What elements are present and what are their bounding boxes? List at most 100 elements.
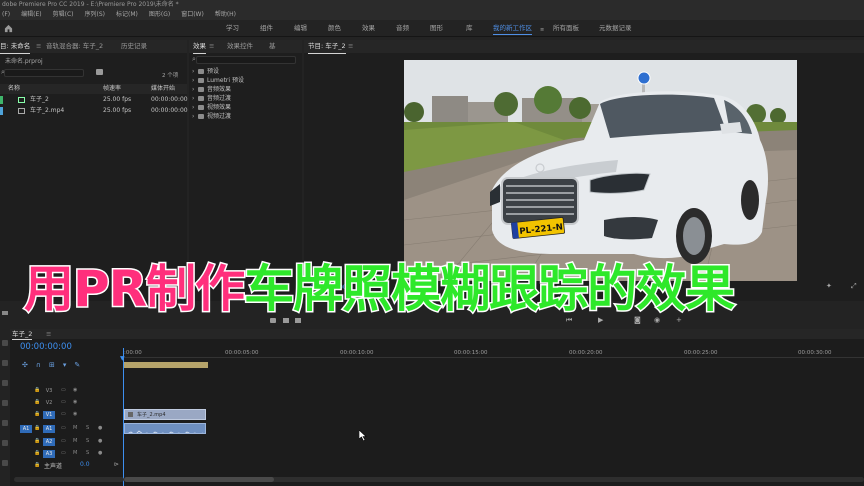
workspace-menu-icon[interactable]: ≡: [540, 27, 544, 33]
lock-icon[interactable]: 🔒: [34, 425, 40, 431]
effects-folder-presets[interactable]: › 预设: [192, 68, 219, 76]
track-label[interactable]: A3: [43, 450, 55, 458]
add-marker-icon[interactable]: ▾: [63, 361, 75, 369]
list-view-icon[interactable]: [2, 311, 8, 315]
workspace-tab-assembly[interactable]: 组件: [260, 23, 273, 34]
audio-clip[interactable]: [124, 423, 206, 434]
track-label[interactable]: V2: [43, 399, 55, 407]
solo-icon[interactable]: S: [86, 425, 89, 431]
workspace-tab-graphics[interactable]: 图形: [430, 23, 443, 34]
source-patch-a1[interactable]: A1: [20, 425, 32, 433]
lock-icon[interactable]: 🔒: [34, 399, 40, 405]
effects-search-input[interactable]: ⌕: [192, 55, 296, 64]
ripple-edit-tool-icon[interactable]: [2, 380, 8, 386]
track-output-icon[interactable]: ▭: [61, 425, 66, 431]
tab-menu-icon[interactable]: ≡: [36, 40, 41, 53]
project-item-sequence[interactable]: 车子_2 25.00 fps 00:00:00:00: [0, 95, 188, 105]
workspace-tab-audio[interactable]: 音频: [396, 23, 409, 34]
solo-icon[interactable]: S: [86, 450, 89, 456]
settings-wrench-icon[interactable]: ✦: [826, 282, 832, 290]
track-label[interactable]: A2: [43, 438, 55, 446]
tab-sequence[interactable]: 车子_2: [12, 329, 33, 340]
work-area-bar[interactable]: [124, 362, 208, 368]
menu-window[interactable]: 窗口(W): [181, 10, 204, 20]
lock-icon[interactable]: 🔒: [34, 411, 40, 417]
workspace-tab-effects[interactable]: 效果: [362, 23, 375, 34]
workspace-tab-metadata[interactable]: 元数据记录: [599, 23, 632, 34]
effects-folder-video-transitions[interactable]: › 视频过渡: [192, 113, 231, 121]
menu-clip[interactable]: 剪辑(C): [53, 10, 74, 20]
home-icon[interactable]: [4, 24, 13, 33]
workspace-tab-color[interactable]: 颜色: [328, 23, 341, 34]
menu-marker[interactable]: 标记(M): [116, 10, 138, 20]
eye-icon[interactable]: ◉: [73, 387, 77, 393]
tab-project[interactable]: 目: 未命名: [0, 40, 31, 54]
track-select-tool-icon[interactable]: [2, 360, 8, 366]
track-label[interactable]: V3: [43, 387, 55, 395]
new-bin-icon[interactable]: [96, 69, 103, 75]
tab-effects[interactable]: 效果: [193, 40, 206, 54]
track-label[interactable]: A1: [43, 425, 55, 433]
master-volume-value[interactable]: 0.0: [80, 461, 90, 468]
mute-icon[interactable]: M: [73, 425, 77, 431]
playhead-handle-icon[interactable]: ▼: [120, 355, 125, 362]
nest-toggle-icon[interactable]: ✣: [22, 361, 36, 369]
pen-tool-icon[interactable]: [2, 440, 8, 446]
lock-icon[interactable]: 🔒: [34, 438, 40, 444]
tab-essential[interactable]: 基: [269, 40, 276, 53]
slip-tool-icon[interactable]: [2, 420, 8, 426]
track-output-icon[interactable]: ▭: [61, 438, 66, 444]
workspace-tab-libraries[interactable]: 库: [466, 23, 473, 34]
microphone-icon[interactable]: ●: [98, 450, 102, 456]
eye-icon[interactable]: ◉: [73, 411, 77, 417]
effects-folder-audio-effects[interactable]: › 音频效果: [192, 86, 231, 94]
lock-icon[interactable]: 🔒: [34, 387, 40, 393]
tab-history[interactable]: 历史记录: [121, 40, 147, 53]
microphone-icon[interactable]: ●: [98, 425, 102, 431]
snap-icon[interactable]: ∩: [36, 361, 49, 369]
track-output-icon[interactable]: ▭: [61, 387, 66, 393]
tab-effect-controls[interactable]: 效果控件: [227, 40, 253, 53]
effects-folder-video-effects[interactable]: › 视频效果: [192, 104, 231, 112]
workspace-tab-custom[interactable]: 我的新工作区: [493, 23, 532, 35]
track-label[interactable]: V1: [43, 411, 55, 419]
solo-icon[interactable]: S: [86, 438, 89, 444]
menu-file[interactable]: (F): [2, 10, 10, 20]
video-frame[interactable]: PL-221-N: [404, 60, 797, 281]
menu-graphics[interactable]: 图形(G): [149, 10, 170, 20]
workspace-tab-editing[interactable]: 编辑: [294, 23, 307, 34]
selection-tool-icon[interactable]: [2, 340, 8, 346]
track-output-icon[interactable]: ▭: [61, 411, 66, 417]
microphone-icon[interactable]: ●: [98, 438, 102, 444]
menu-sequence[interactable]: 序列(S): [85, 10, 106, 20]
workspace-tab-learn[interactable]: 学习: [226, 23, 239, 34]
effects-folder-lumetri[interactable]: › Lumetri 预设: [192, 77, 244, 85]
mute-icon[interactable]: M: [73, 438, 77, 444]
linked-selection-icon[interactable]: ⊞: [49, 361, 63, 369]
track-output-icon[interactable]: ▭: [61, 399, 66, 405]
col-media-start[interactable]: 媒体开始: [151, 84, 175, 94]
tab-program[interactable]: 节目: 车子_2: [308, 40, 346, 54]
razor-tool-icon[interactable]: [2, 400, 8, 406]
track-header-scrollbar[interactable]: [14, 477, 124, 482]
timeline-scroll-thumb[interactable]: [124, 477, 274, 482]
col-name[interactable]: 名称: [8, 84, 20, 94]
tab-menu-icon[interactable]: ≡: [209, 40, 214, 53]
tab-audio-mixer[interactable]: 音轨混合器: 车子_2: [46, 40, 103, 53]
tab-menu-icon[interactable]: ≡: [46, 329, 51, 339]
effects-folder-audio-transitions[interactable]: › 音频过渡: [192, 95, 231, 103]
lock-icon[interactable]: 🔒: [34, 462, 40, 468]
hand-tool-icon[interactable]: [2, 460, 8, 466]
video-clip[interactable]: 车子_2.mp4: [124, 409, 206, 420]
col-frame-rate[interactable]: 帧速率: [103, 84, 121, 94]
workspace-tab-all-panels[interactable]: 所有面板: [553, 23, 579, 34]
menu-edit[interactable]: 编辑(E): [21, 10, 41, 20]
project-search-input[interactable]: ⌕: [1, 68, 84, 77]
tab-menu-icon[interactable]: ≡: [348, 40, 353, 53]
fullscreen-icon[interactable]: ⤢: [851, 282, 857, 291]
menu-help[interactable]: 帮助(H): [215, 10, 236, 20]
eye-icon[interactable]: ◉: [73, 399, 77, 405]
timeline-settings-icon[interactable]: ✎: [74, 361, 88, 369]
master-end-icon[interactable]: ⊳: [114, 461, 119, 468]
mute-icon[interactable]: M: [73, 450, 77, 456]
